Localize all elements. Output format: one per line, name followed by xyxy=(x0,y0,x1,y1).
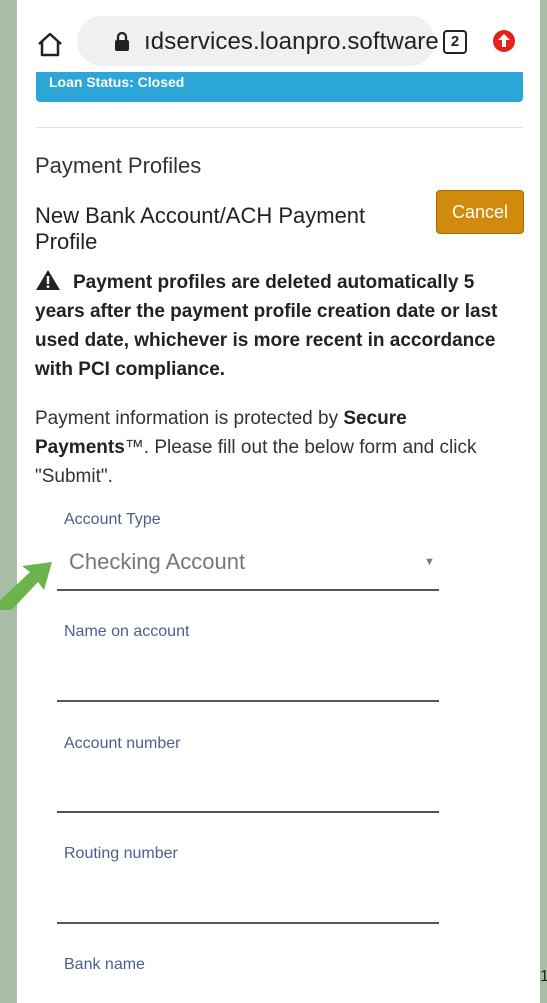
divider xyxy=(36,127,523,128)
cancel-button[interactable]: Cancel xyxy=(436,190,524,234)
browser-toolbar: ıdservices.loanpro.software 2 xyxy=(17,0,540,74)
name-on-account-underline xyxy=(57,700,439,702)
info-prefix: Payment information is protected by xyxy=(35,408,344,429)
update-icon[interactable] xyxy=(492,29,516,53)
account-number-input[interactable] xyxy=(57,771,439,811)
account-type-select[interactable]: Checking Account xyxy=(69,549,245,575)
name-on-account-input[interactable] xyxy=(57,660,439,700)
warning-icon xyxy=(36,270,60,290)
account-number-underline xyxy=(57,811,439,813)
lock-icon xyxy=(115,31,129,51)
form-title: New Bank Account/ACH Payment Profile xyxy=(35,203,366,254)
bank-name-label: Bank name xyxy=(64,956,145,973)
annotation-arrow-icon xyxy=(0,562,52,610)
warning-text: Payment profiles are deleted automatical… xyxy=(35,272,498,380)
routing-number-input[interactable] xyxy=(57,882,439,922)
routing-number-underline xyxy=(57,922,439,924)
section-title: Payment Profiles xyxy=(35,153,202,178)
chevron-down-icon[interactable]: ▼ xyxy=(424,556,435,568)
loan-status-bar: Loan Status: Closed xyxy=(36,72,523,102)
edge-text: 1 xyxy=(540,968,547,985)
loan-status-text: Loan Status: Closed xyxy=(49,74,185,90)
pci-warning: Payment profiles are deleted automatical… xyxy=(35,268,525,384)
account-type-label: Account Type xyxy=(64,511,161,528)
routing-number-label: Routing number xyxy=(64,845,178,862)
account-number-label: Account number xyxy=(64,735,181,752)
account-type-underline xyxy=(57,589,439,591)
name-on-account-label: Name on account xyxy=(64,623,190,640)
home-icon[interactable] xyxy=(35,30,65,60)
address-bar[interactable]: ıdservices.loanpro.software xyxy=(77,16,439,66)
url-text: ıdservices.loanpro.software xyxy=(144,28,439,55)
secure-payments-info: Payment information is protected by Secu… xyxy=(35,404,505,491)
tab-switcher-icon[interactable]: 2 xyxy=(443,30,467,54)
